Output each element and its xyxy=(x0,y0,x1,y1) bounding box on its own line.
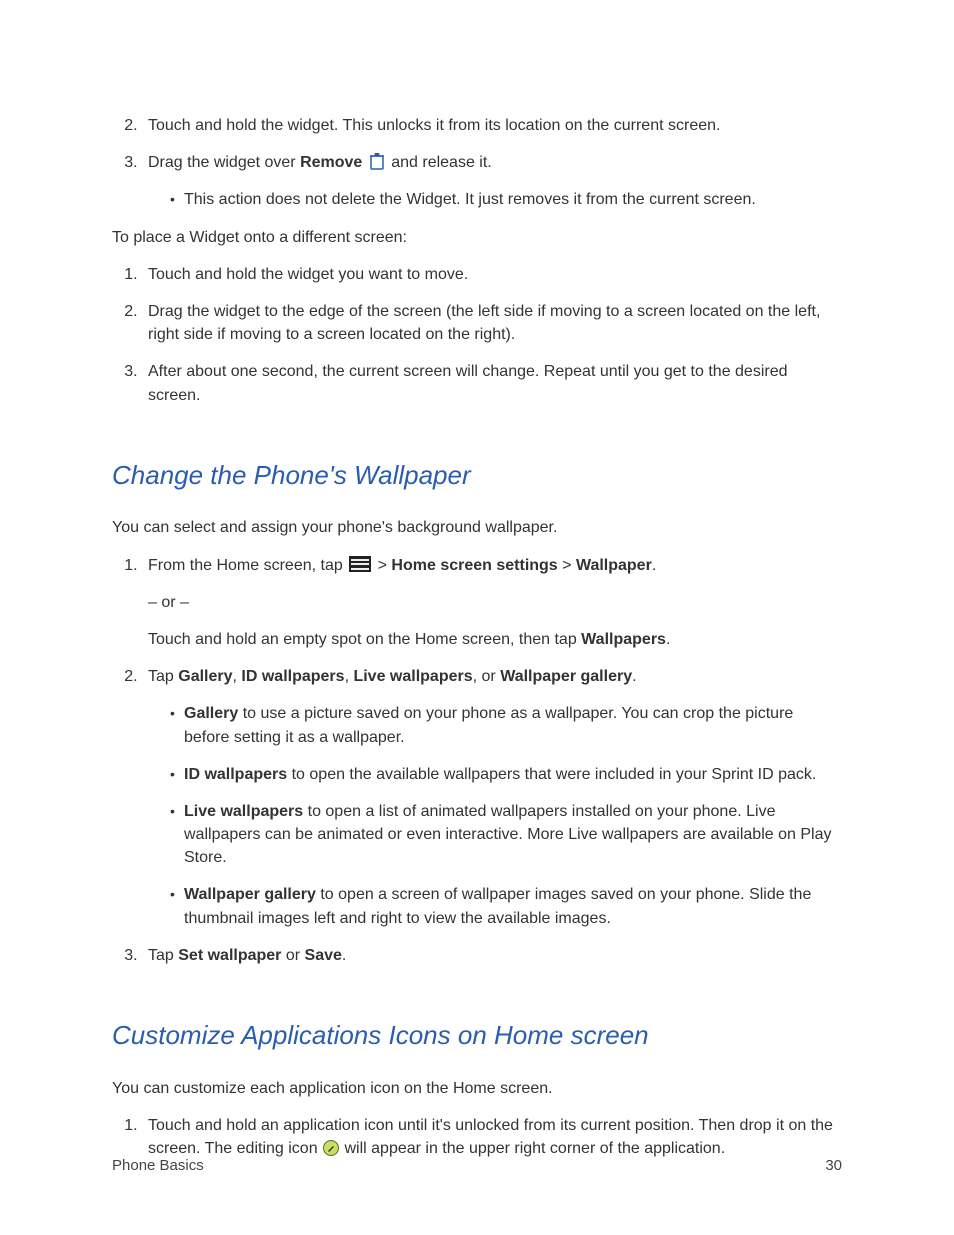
text: . xyxy=(666,631,670,648)
place-widget-steps: Touch and hold the widget you want to mo… xyxy=(112,263,842,407)
bold: Live wallpapers xyxy=(184,803,303,820)
menu-icon xyxy=(349,556,371,572)
remove-label: Remove xyxy=(300,154,362,171)
edit-icon xyxy=(323,1140,339,1156)
text: This action does not delete the Widget. … xyxy=(184,191,756,208)
text: Touch and hold an empty spot on the Home… xyxy=(148,631,581,648)
footer-page-number: 30 xyxy=(825,1155,842,1177)
text: Tap xyxy=(148,947,178,964)
footer-section: Phone Basics xyxy=(112,1155,204,1177)
bold: Save xyxy=(305,947,342,964)
text: Tap xyxy=(148,668,178,685)
text: . xyxy=(632,668,636,685)
list-item: Gallery to use a picture saved on your p… xyxy=(170,702,842,748)
list-item: From the Home screen, tap > Home screen … xyxy=(142,554,842,652)
place-widget-intro: To place a Widget onto a different scree… xyxy=(112,226,842,249)
wallpaper-steps: From the Home screen, tap > Home screen … xyxy=(112,554,842,967)
widget-remove-steps: Touch and hold the widget. This unlocks … xyxy=(112,114,842,212)
text: Touch and hold the widget you want to mo… xyxy=(148,266,468,283)
customize-heading: Customize Applications Icons on Home scr… xyxy=(112,1017,842,1055)
wallpaper-intro: You can select and assign your phone's b… xyxy=(112,516,842,539)
wallpaper-options: Gallery to use a picture saved on your p… xyxy=(148,702,842,930)
text: , or xyxy=(473,668,501,685)
bold: Live wallpapers xyxy=(353,668,472,685)
text: . xyxy=(342,947,346,964)
bold: ID wallpapers xyxy=(241,668,344,685)
text: From the Home screen, tap xyxy=(148,557,347,574)
list-item: After about one second, the current scre… xyxy=(142,360,842,406)
text: Drag the widget over xyxy=(148,154,300,171)
list-item: Tap Gallery, ID wallpapers, Live wallpap… xyxy=(142,665,842,930)
bold: Wallpaper xyxy=(576,557,652,574)
bold: Gallery xyxy=(184,705,238,722)
trash-icon xyxy=(369,152,385,170)
text: > xyxy=(558,557,576,574)
step-text: Touch and hold the widget. This unlocks … xyxy=(148,117,720,134)
bold: Wallpaper gallery xyxy=(184,886,316,903)
text: > xyxy=(373,557,391,574)
customize-intro: You can customize each application icon … xyxy=(112,1077,842,1100)
list-item: Live wallpapers to open a list of animat… xyxy=(170,800,842,870)
list-item: Tap Set wallpaper or Save. xyxy=(142,944,842,967)
text: Drag the widget to the edge of the scree… xyxy=(148,303,820,343)
text: . xyxy=(652,557,656,574)
bold: Wallpaper gallery xyxy=(500,668,632,685)
or-divider: – or – xyxy=(148,591,842,614)
list-item: ID wallpapers to open the available wall… xyxy=(170,763,842,786)
bold: ID wallpapers xyxy=(184,766,287,783)
text: After about one second, the current scre… xyxy=(148,363,788,403)
page: Touch and hold the widget. This unlocks … xyxy=(0,0,954,1235)
text: to use a picture saved on your phone as … xyxy=(184,705,793,745)
list-item: Drag the widget over Remove and release … xyxy=(142,151,842,211)
sub-list: This action does not delete the Widget. … xyxy=(148,188,842,211)
text: or xyxy=(281,947,304,964)
bold: Set wallpaper xyxy=(178,947,281,964)
list-item: Touch and hold the widget. This unlocks … xyxy=(142,114,842,137)
list-item: Touch and hold an application icon until… xyxy=(142,1114,842,1160)
page-footer: Phone Basics 30 xyxy=(112,1155,842,1177)
list-item: This action does not delete the Widget. … xyxy=(170,188,842,211)
bold: Gallery xyxy=(178,668,232,685)
bold: Wallpapers xyxy=(581,631,666,648)
text: to open the available wallpapers that we… xyxy=(287,766,816,783)
wallpaper-heading: Change the Phone's Wallpaper xyxy=(112,457,842,495)
alt-instruction: Touch and hold an empty spot on the Home… xyxy=(148,628,842,651)
customize-steps: Touch and hold an application icon until… xyxy=(112,1114,842,1160)
list-item: Drag the widget to the edge of the scree… xyxy=(142,300,842,346)
list-item: Touch and hold the widget you want to mo… xyxy=(142,263,842,286)
bold: Home screen settings xyxy=(391,557,557,574)
text: and release it. xyxy=(387,154,492,171)
list-item: Wallpaper gallery to open a screen of wa… xyxy=(170,883,842,929)
